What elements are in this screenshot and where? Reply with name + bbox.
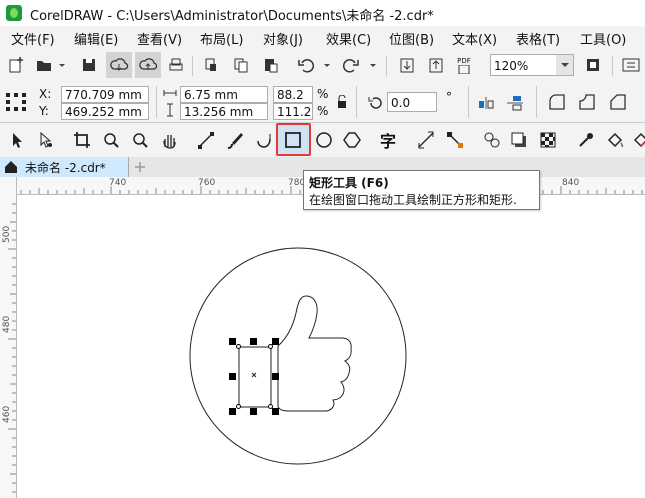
selection-handle[interactable] xyxy=(229,408,236,415)
corner-node[interactable] xyxy=(236,344,241,349)
selection-handle[interactable] xyxy=(272,338,279,345)
selection-handle[interactable] xyxy=(229,338,236,345)
thumbs-up-shape xyxy=(277,295,352,412)
selection-handle[interactable] xyxy=(229,373,236,380)
selection-handle[interactable] xyxy=(250,338,257,345)
corner-node[interactable] xyxy=(268,404,273,409)
selected-rectangle xyxy=(238,346,272,408)
tooltip-title: 矩形工具 (F6) xyxy=(309,176,389,190)
center-marker xyxy=(251,372,257,378)
rectangle-tool-tooltip: 矩形工具 (F6) 在绘图窗口拖动工具绘制正方形和矩形. xyxy=(303,170,540,210)
tooltip-body: 在绘图窗口拖动工具绘制正方形和矩形. xyxy=(309,193,517,207)
circle-shape xyxy=(189,247,407,465)
corner-node[interactable] xyxy=(236,404,241,409)
selection-handle[interactable] xyxy=(272,373,279,380)
selection-handle[interactable] xyxy=(250,408,257,415)
drawing-artwork xyxy=(189,247,407,465)
corner-node[interactable] xyxy=(268,344,273,349)
selection-handle[interactable] xyxy=(272,408,279,415)
